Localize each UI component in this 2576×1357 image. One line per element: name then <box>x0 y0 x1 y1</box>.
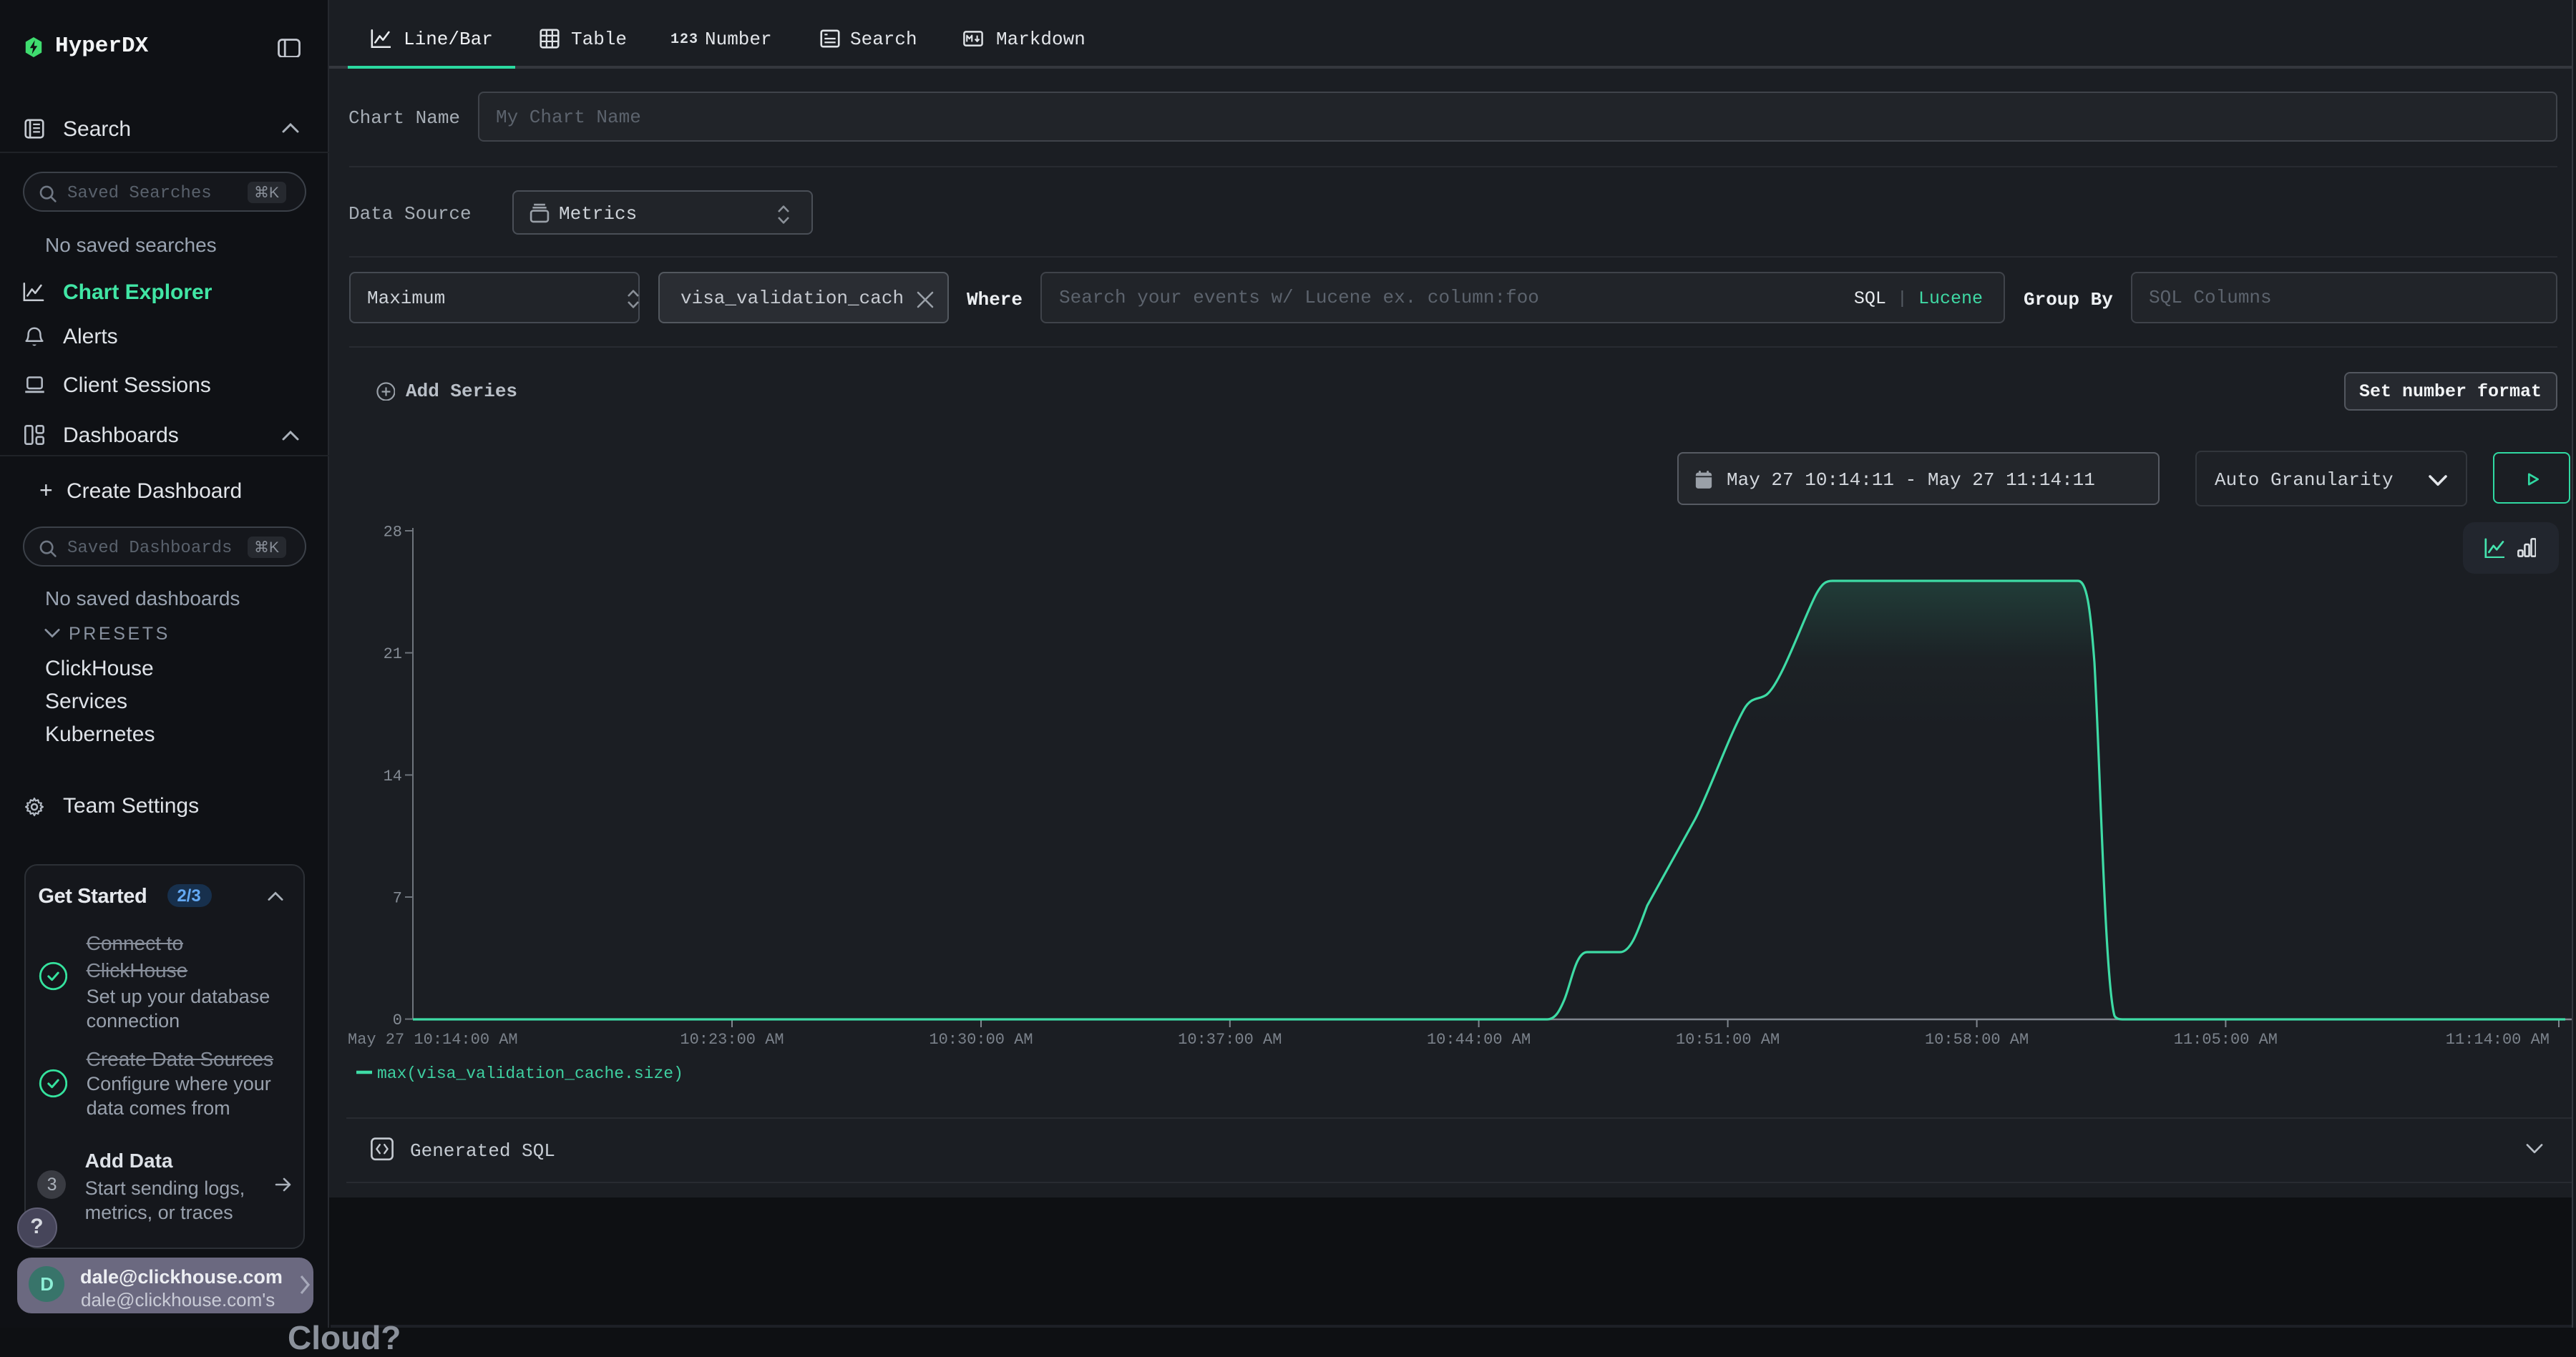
svg-text:10:58:00 AM: 10:58:00 AM <box>1925 1031 2029 1049</box>
svg-text:7: 7 <box>393 890 402 908</box>
svg-text:14: 14 <box>384 768 402 785</box>
svg-text:10:30:00 AM: 10:30:00 AM <box>929 1031 1033 1049</box>
svg-text:10:23:00 AM: 10:23:00 AM <box>680 1031 784 1049</box>
svg-text:10:37:00 AM: 10:37:00 AM <box>1178 1031 1282 1049</box>
svg-text:May 27 10:14:00 AM: May 27 10:14:00 AM <box>348 1031 518 1049</box>
svg-text:10:44:00 AM: 10:44:00 AM <box>1427 1031 1531 1049</box>
svg-text:11:05:00 AM: 11:05:00 AM <box>2174 1031 2278 1049</box>
svg-text:11:14:00 AM: 11:14:00 AM <box>2446 1031 2550 1049</box>
svg-text:28: 28 <box>384 524 402 542</box>
svg-text:0: 0 <box>393 1011 402 1029</box>
svg-text:10:51:00 AM: 10:51:00 AM <box>1676 1031 1780 1049</box>
svg-text:max(visa_validation_cache.size: max(visa_validation_cache.size) <box>377 1064 683 1083</box>
svg-text:21: 21 <box>384 645 402 663</box>
